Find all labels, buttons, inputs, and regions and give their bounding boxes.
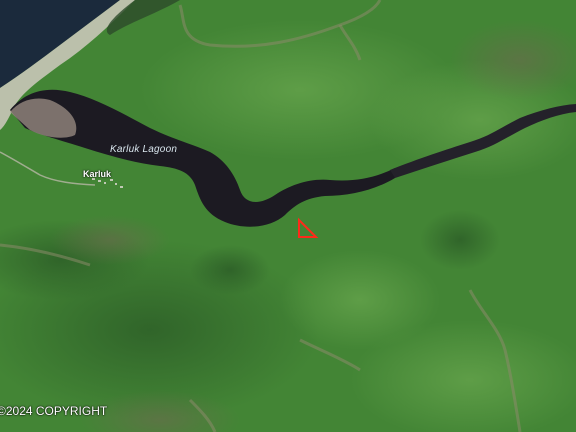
satellite-map[interactable]: Karluk Lagoon Karluk ©2024 COPYRIGHT [0, 0, 576, 432]
map-imagery [0, 0, 576, 432]
copyright-notice: ©2024 COPYRIGHT [0, 404, 108, 418]
lagoon-label: Karluk Lagoon [110, 144, 178, 155]
town-label: Karluk [83, 169, 112, 179]
